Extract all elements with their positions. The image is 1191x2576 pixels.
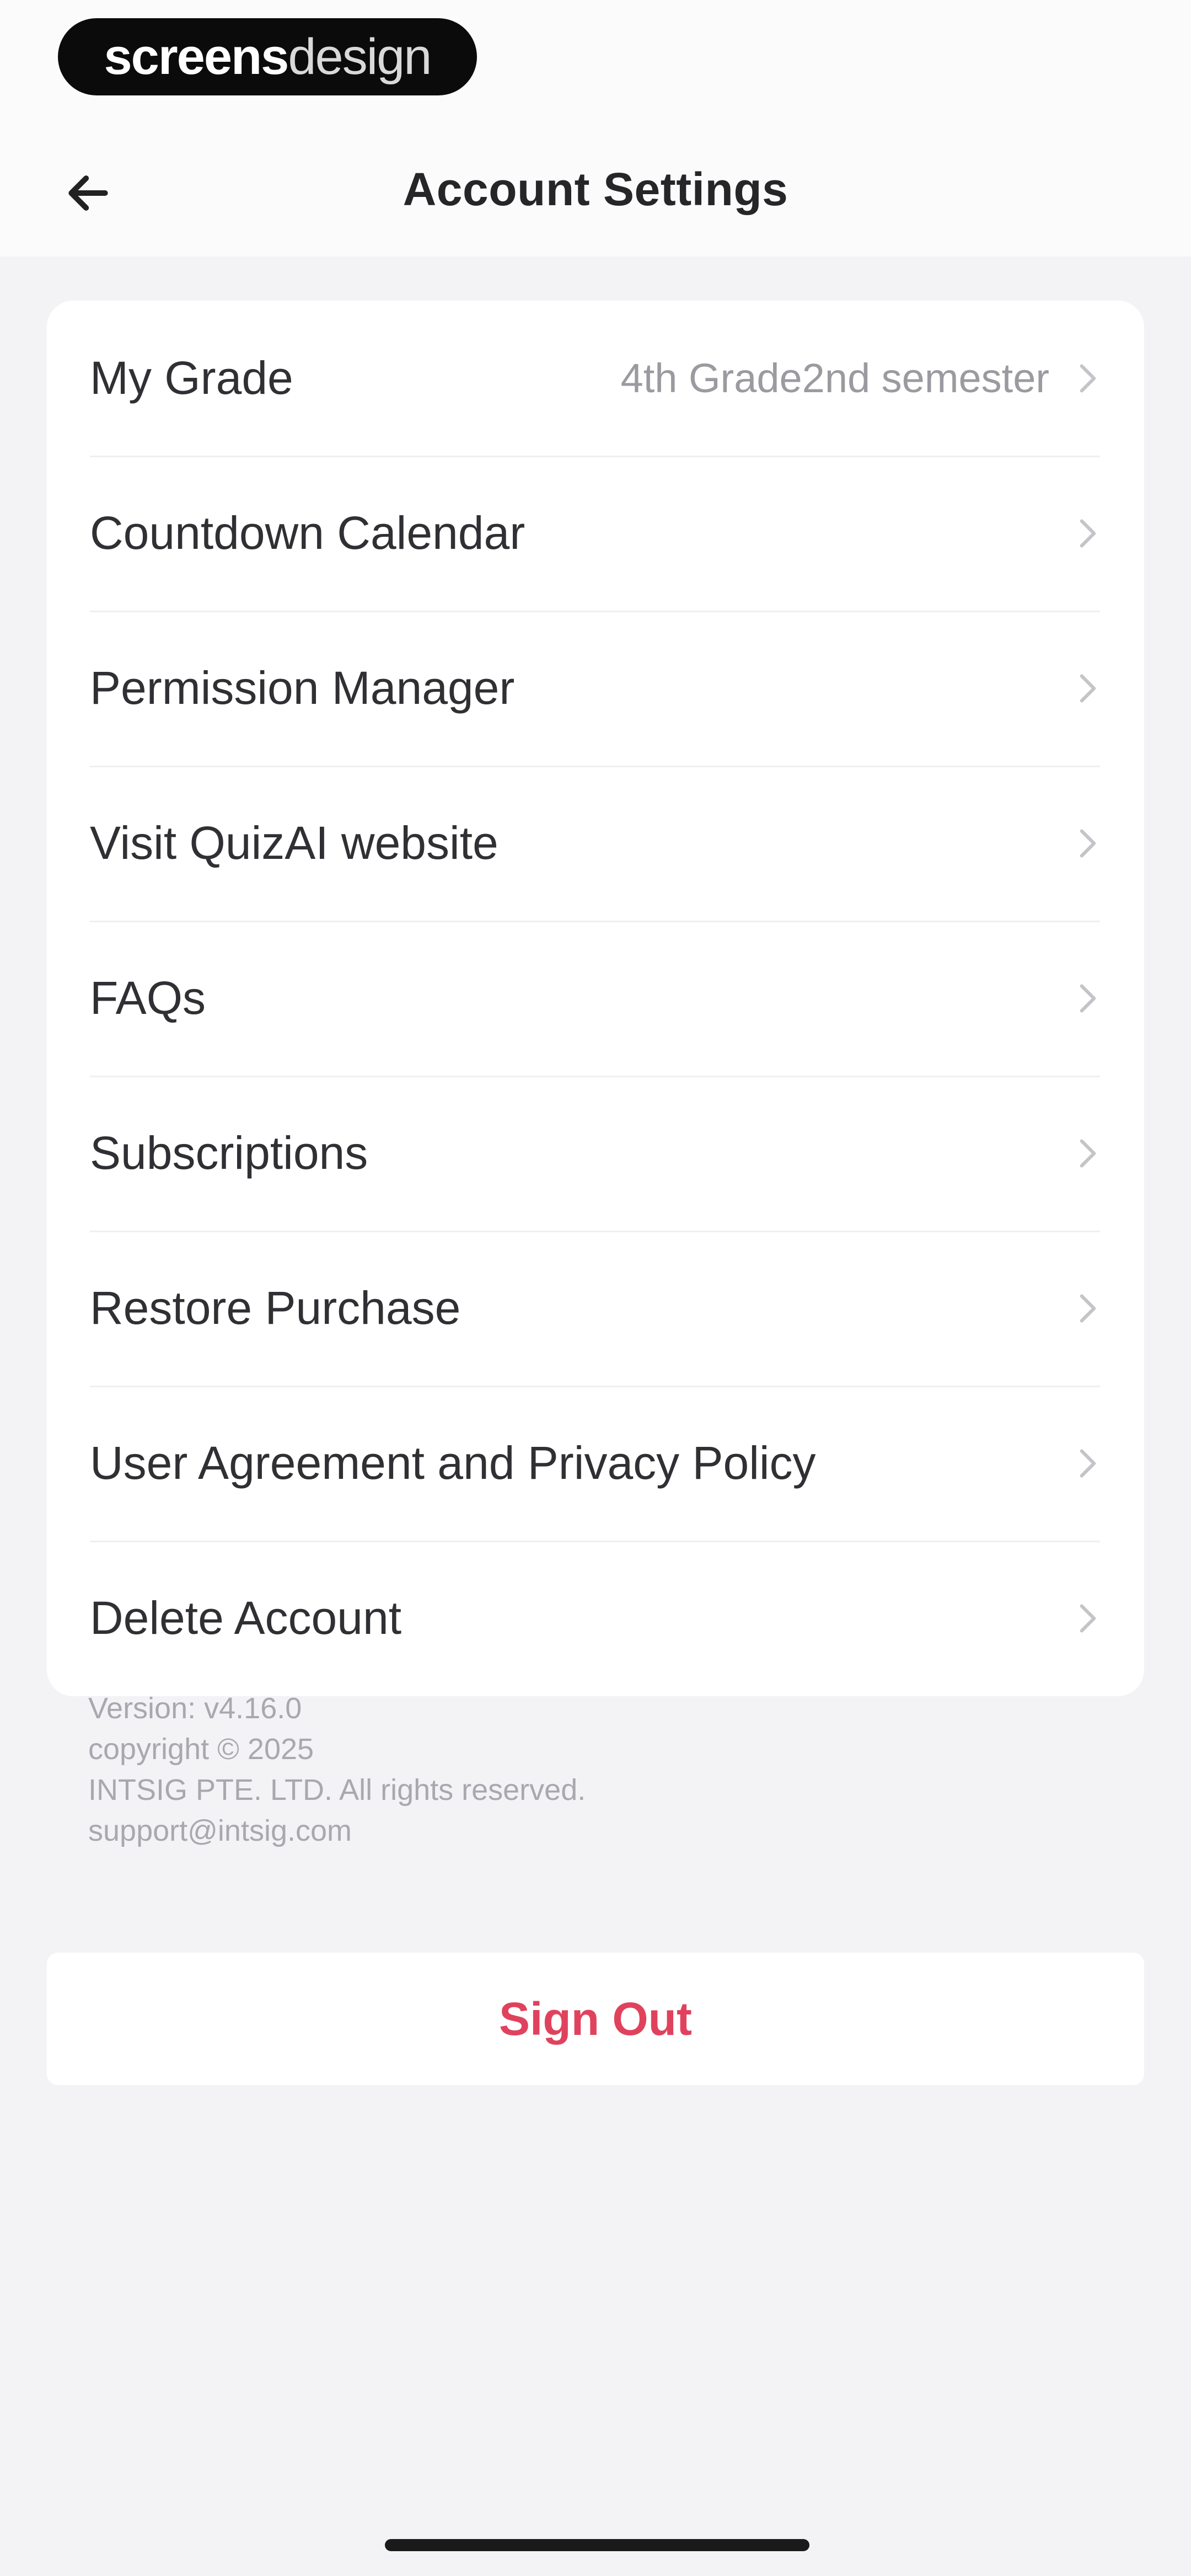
settings-item-label: Countdown Calendar bbox=[90, 507, 525, 559]
settings-item-faqs[interactable]: FAQs bbox=[47, 921, 1144, 1076]
copyright-text: copyright © 2025 bbox=[88, 1733, 314, 1766]
chevron-right-icon bbox=[1076, 827, 1100, 860]
settings-item-label: FAQs bbox=[90, 972, 206, 1024]
settings-item-label: Restore Purchase bbox=[90, 1282, 461, 1334]
chevron-right-icon bbox=[1076, 362, 1100, 395]
support-email: support@intsig.com bbox=[88, 1814, 352, 1847]
settings-item-label: My Grade bbox=[90, 352, 293, 404]
chevron-right-icon bbox=[1076, 982, 1100, 1015]
settings-item-label: User Agreement and Privacy Policy bbox=[90, 1437, 816, 1489]
company-text: INTSIG PTE. LTD. All rights reserved. bbox=[88, 1773, 586, 1807]
home-indicator[interactable] bbox=[385, 2539, 809, 2551]
settings-item-subscriptions[interactable]: Subscriptions bbox=[47, 1076, 1144, 1231]
chevron-right-icon bbox=[1076, 1292, 1100, 1325]
settings-item-permission-manager[interactable]: Permission Manager bbox=[47, 611, 1144, 766]
settings-item-my-grade[interactable]: My Grade 4th Grade2nd semester bbox=[47, 301, 1144, 456]
app-info: Version: v4.16.0 copyright © 2025 INTSIG… bbox=[88, 1688, 586, 1851]
settings-item-label: Visit QuizAI website bbox=[90, 817, 498, 869]
settings-item-restore-purchase[interactable]: Restore Purchase bbox=[47, 1231, 1144, 1386]
settings-item-value: 4th Grade2nd semester bbox=[620, 355, 1049, 401]
chevron-right-icon bbox=[1076, 1602, 1100, 1635]
page-title: Account Settings bbox=[403, 163, 788, 215]
settings-item-label: Subscriptions bbox=[90, 1127, 368, 1179]
screensdesign-watermark: screens design bbox=[58, 18, 477, 95]
sign-out-label: Sign Out bbox=[499, 1992, 692, 2045]
settings-item-label: Delete Account bbox=[90, 1592, 402, 1644]
chevron-right-icon bbox=[1076, 1137, 1100, 1170]
settings-item-label: Permission Manager bbox=[90, 662, 515, 714]
watermark-light-text: design bbox=[288, 28, 432, 85]
top-area: screens design Account Settings bbox=[0, 0, 1191, 256]
sign-out-button[interactable]: Sign Out bbox=[47, 1953, 1144, 2085]
watermark-bold-text: screens bbox=[104, 28, 289, 85]
settings-item-user-agreement[interactable]: User Agreement and Privacy Policy bbox=[47, 1386, 1144, 1541]
settings-item-delete-account[interactable]: Delete Account bbox=[47, 1541, 1144, 1696]
settings-item-visit-website[interactable]: Visit QuizAI website bbox=[47, 766, 1144, 921]
settings-item-countdown-calendar[interactable]: Countdown Calendar bbox=[47, 456, 1144, 611]
chevron-right-icon bbox=[1076, 1447, 1100, 1480]
chevron-right-icon bbox=[1076, 672, 1100, 705]
chevron-right-icon bbox=[1076, 517, 1100, 550]
settings-list: My Grade 4th Grade2nd semester Countdown… bbox=[47, 301, 1144, 1696]
version-text: Version: v4.16.0 bbox=[88, 1692, 302, 1725]
navigation-bar: Account Settings bbox=[0, 146, 1191, 240]
